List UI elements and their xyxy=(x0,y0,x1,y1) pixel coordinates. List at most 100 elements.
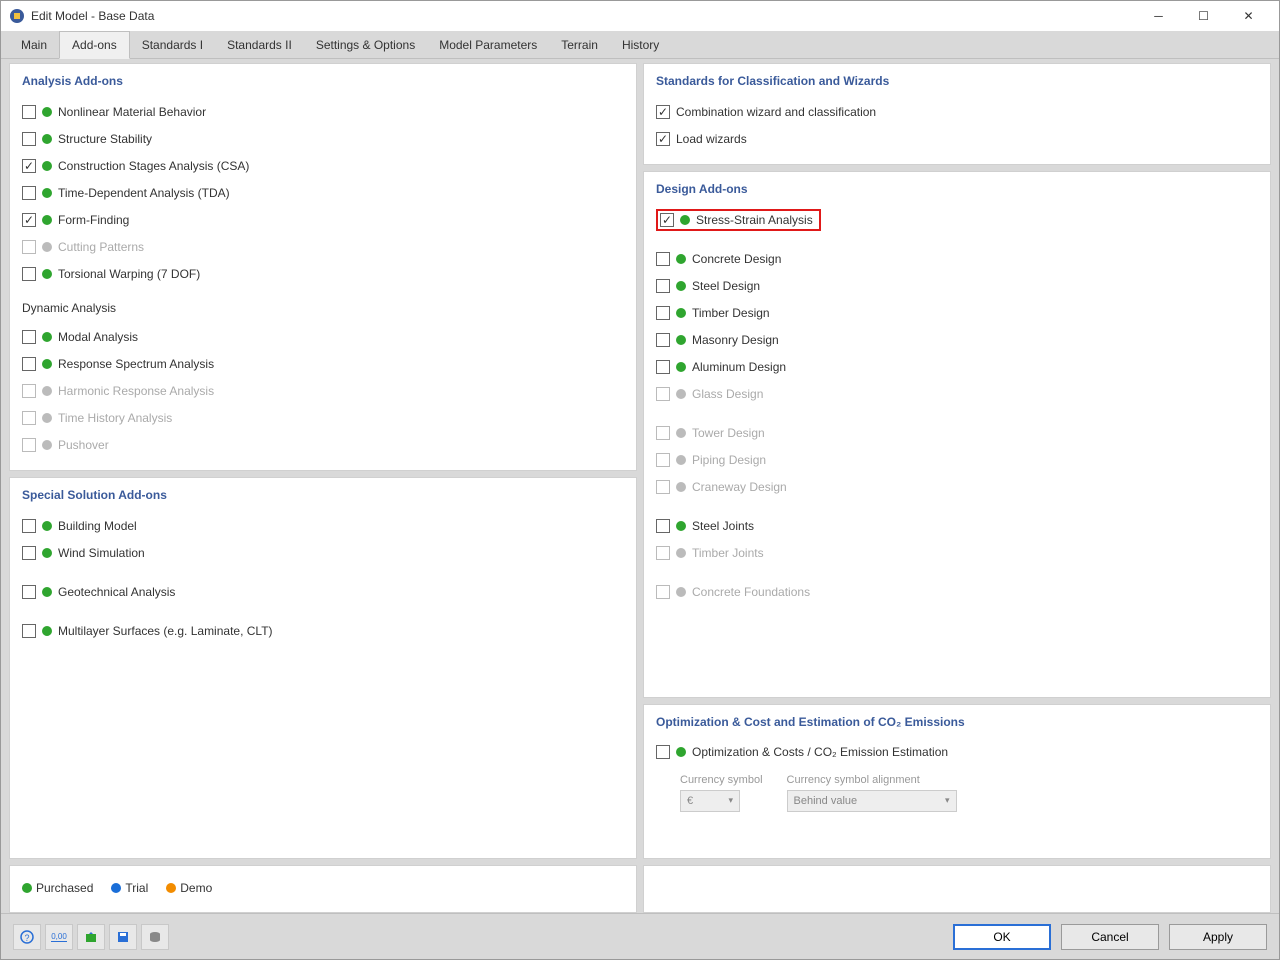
addon-checkbox[interactable] xyxy=(656,105,670,119)
addon-row: Timber Design xyxy=(656,299,1258,326)
addon-label: Construction Stages Analysis (CSA) xyxy=(58,159,249,173)
addon-checkbox[interactable] xyxy=(22,213,36,227)
addon-row: Wind Simulation xyxy=(22,539,624,566)
tab-bar: MainAdd-onsStandards IStandards IISettin… xyxy=(1,31,1279,59)
addon-checkbox xyxy=(656,387,670,401)
addon-checkbox[interactable] xyxy=(22,330,36,344)
panel-design-addons: Design Add-ons Stress-Strain Analysis Co… xyxy=(643,171,1271,698)
currency-symbol-field: Currency symbol €▾ xyxy=(680,774,763,812)
status-dot-icon xyxy=(676,548,686,558)
addon-label: Craneway Design xyxy=(692,480,787,494)
panel-optimization: Optimization & Cost and Estimation of CO… xyxy=(643,704,1271,860)
dialog-window: Edit Model - Base Data ─ ☐ ✕ MainAdd-ons… xyxy=(0,0,1280,960)
status-dot-icon xyxy=(676,521,686,531)
addon-label: Geotechnical Analysis xyxy=(58,585,175,599)
panel-empty xyxy=(643,865,1271,913)
currency-align-field: Currency symbol alignment Behind value▾ xyxy=(787,774,957,812)
status-dot-icon xyxy=(42,215,52,225)
chevron-down-icon: ▾ xyxy=(945,795,950,806)
addon-checkbox[interactable] xyxy=(656,333,670,347)
addon-checkbox[interactable] xyxy=(22,624,36,638)
window-title: Edit Model - Base Data xyxy=(31,9,1136,23)
addon-checkbox[interactable] xyxy=(22,186,36,200)
addon-checkbox[interactable] xyxy=(22,105,36,119)
addon-row: Craneway Design xyxy=(656,473,1258,500)
tab-main[interactable]: Main xyxy=(9,32,59,58)
status-dot-icon xyxy=(42,587,52,597)
addon-checkbox[interactable] xyxy=(656,306,670,320)
addon-checkbox[interactable] xyxy=(656,519,670,533)
addon-label: Piping Design xyxy=(692,453,766,467)
addon-checkbox[interactable] xyxy=(656,279,670,293)
addon-checkbox[interactable] xyxy=(660,213,674,227)
tab-add-ons[interactable]: Add-ons xyxy=(59,31,130,59)
addon-checkbox[interactable] xyxy=(22,267,36,281)
addon-label: Harmonic Response Analysis xyxy=(58,384,214,398)
database-button[interactable] xyxy=(141,924,169,950)
addon-checkbox[interactable] xyxy=(22,585,36,599)
addon-checkbox[interactable] xyxy=(656,745,670,759)
addon-row: Combination wizard and classification xyxy=(656,98,1258,125)
addon-label: Modal Analysis xyxy=(58,330,138,344)
addon-row: Cutting Patterns xyxy=(22,233,624,260)
addon-checkbox[interactable] xyxy=(22,159,36,173)
currency-align-select[interactable]: Behind value▾ xyxy=(787,790,957,812)
status-dot-icon xyxy=(42,332,52,342)
addon-label: Steel Design xyxy=(692,279,760,293)
status-dot-icon xyxy=(42,134,52,144)
status-dot-icon xyxy=(676,362,686,372)
addon-checkbox xyxy=(656,426,670,440)
tab-standards-ii[interactable]: Standards II xyxy=(215,32,304,58)
panel-title: Optimization & Cost and Estimation of CO… xyxy=(656,715,1258,729)
addon-label: Wind Simulation xyxy=(58,546,145,560)
tab-history[interactable]: History xyxy=(610,32,671,58)
addon-checkbox xyxy=(656,480,670,494)
tab-terrain[interactable]: Terrain xyxy=(549,32,610,58)
addon-checkbox[interactable] xyxy=(22,132,36,146)
addon-checkbox xyxy=(22,240,36,254)
status-dot-icon xyxy=(42,440,52,450)
addon-checkbox[interactable] xyxy=(22,357,36,371)
status-dot-icon xyxy=(42,161,52,171)
status-dot-icon xyxy=(676,747,686,757)
maximize-button[interactable]: ☐ xyxy=(1181,1,1226,31)
addon-row: Piping Design xyxy=(656,446,1258,473)
field-label: Currency symbol alignment xyxy=(787,774,957,786)
status-dot-icon xyxy=(42,413,52,423)
highlight-box: Stress-Strain Analysis xyxy=(656,209,821,231)
addon-checkbox[interactable] xyxy=(656,360,670,374)
addon-row: Optimization & Costs / CO₂ Emission Esti… xyxy=(656,739,1258,766)
status-dot-icon xyxy=(676,281,686,291)
apply-button[interactable]: Apply xyxy=(1169,924,1267,950)
minimize-button[interactable]: ─ xyxy=(1136,1,1181,31)
export-button[interactable] xyxy=(77,924,105,950)
status-dot-icon xyxy=(42,188,52,198)
addon-checkbox[interactable] xyxy=(22,519,36,533)
addon-checkbox[interactable] xyxy=(656,252,670,266)
panel-title: Design Add-ons xyxy=(656,182,1258,196)
help-button[interactable]: ? xyxy=(13,924,41,950)
content-area: Analysis Add-ons Nonlinear Material Beha… xyxy=(1,59,1279,913)
tab-standards-i[interactable]: Standards I xyxy=(130,32,215,58)
units-button[interactable]: 0,00 xyxy=(45,924,73,950)
addon-label: Timber Design xyxy=(692,306,770,320)
tab-model-parameters[interactable]: Model Parameters xyxy=(427,32,549,58)
currency-symbol-select[interactable]: €▾ xyxy=(680,790,740,812)
addon-checkbox xyxy=(22,411,36,425)
tab-settings-options[interactable]: Settings & Options xyxy=(304,32,427,58)
addon-row: Masonry Design xyxy=(656,326,1258,353)
ok-button[interactable]: OK xyxy=(953,924,1051,950)
addon-row: Construction Stages Analysis (CSA) xyxy=(22,152,624,179)
status-dot-icon xyxy=(676,308,686,318)
addon-row: Concrete Foundations xyxy=(656,578,1258,605)
addon-label: Glass Design xyxy=(692,387,763,401)
addon-row: Structure Stability xyxy=(22,125,624,152)
close-button[interactable]: ✕ xyxy=(1226,1,1271,31)
addon-checkbox[interactable] xyxy=(656,132,670,146)
cancel-button[interactable]: Cancel xyxy=(1061,924,1159,950)
addon-checkbox[interactable] xyxy=(22,546,36,560)
optimization-fields: Currency symbol €▾ Currency symbol align… xyxy=(656,774,1258,812)
app-icon xyxy=(9,8,25,24)
save-button[interactable] xyxy=(109,924,137,950)
addon-label: Aluminum Design xyxy=(692,360,786,374)
